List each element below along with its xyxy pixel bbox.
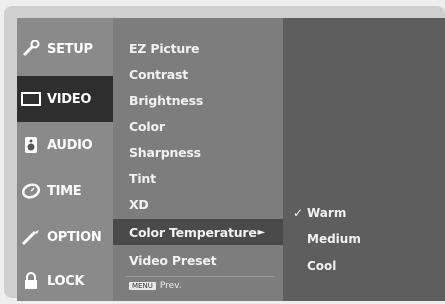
menu-item-video-preset[interactable]: Video Preset	[113, 247, 283, 273]
sidebar-item-option[interactable]: OPTION	[17, 214, 113, 260]
submenu-item-label: Cool	[307, 259, 337, 273]
sidebar-item-label: LOCK	[47, 273, 85, 289]
submenu-item-warm[interactable]: ✓ Warm	[293, 201, 346, 225]
menu-item-ez-picture[interactable]: EZ Picture	[113, 35, 283, 61]
option-icon	[17, 228, 45, 246]
color-temperature-submenu: ✓ Warm Medium Cool	[283, 18, 445, 301]
menu-item-tint[interactable]: Tint	[113, 165, 283, 191]
submenu-item-label: Warm	[307, 206, 347, 220]
sidebar-item-label: SETUP	[47, 41, 93, 57]
video-menu: EZ Picture Contrast Brightness Color Sha…	[113, 18, 283, 301]
hint-label: Prev.	[159, 281, 182, 291]
sidebar-item-label: AUDIO	[47, 137, 93, 153]
lock-icon	[17, 271, 45, 291]
menu-divider	[125, 276, 275, 277]
tv-osd-frame: SETUP VIDEO AUDIO TIME OPTION LOCK EZ Pi…	[4, 6, 445, 301]
submenu-arrow-icon: ►	[257, 226, 266, 238]
menu-item-color-temperature[interactable]: Color Temperature ►	[113, 219, 283, 245]
video-icon	[17, 91, 45, 107]
submenu-item-label: Medium	[307, 232, 361, 246]
menu-item-xd[interactable]: XD	[113, 191, 283, 217]
sidebar-item-label: TIME	[47, 183, 82, 199]
osd-panel: SETUP VIDEO AUDIO TIME OPTION LOCK EZ Pi…	[17, 18, 445, 301]
menu-item-brightness[interactable]: Brightness	[113, 87, 283, 113]
submenu-item-cool[interactable]: Cool	[293, 254, 336, 278]
sidebar-item-setup[interactable]: SETUP	[17, 26, 113, 72]
menu-key-icon: MENU	[129, 282, 156, 290]
audio-icon	[17, 135, 45, 155]
check-icon: ✓	[293, 206, 304, 220]
menu-item-contrast[interactable]: Contrast	[113, 61, 283, 87]
navigation-hint: MENU Prev.	[129, 281, 182, 291]
time-icon	[17, 182, 45, 200]
sidebar-item-label: VIDEO	[47, 91, 92, 107]
sidebar-item-time[interactable]: TIME	[17, 168, 113, 214]
submenu-item-medium[interactable]: Medium	[293, 227, 361, 251]
menu-item-label: Color Temperature	[129, 224, 257, 240]
menu-item-color[interactable]: Color	[113, 113, 283, 139]
menu-item-sharpness[interactable]: Sharpness	[113, 139, 283, 165]
sidebar-item-audio[interactable]: AUDIO	[17, 122, 113, 168]
setup-icon	[17, 40, 45, 58]
sidebar-item-video[interactable]: VIDEO	[17, 76, 113, 122]
category-sidebar: SETUP VIDEO AUDIO TIME OPTION LOCK	[17, 18, 113, 301]
sidebar-item-label: OPTION	[47, 229, 102, 245]
sidebar-item-lock[interactable]: LOCK	[17, 258, 113, 304]
